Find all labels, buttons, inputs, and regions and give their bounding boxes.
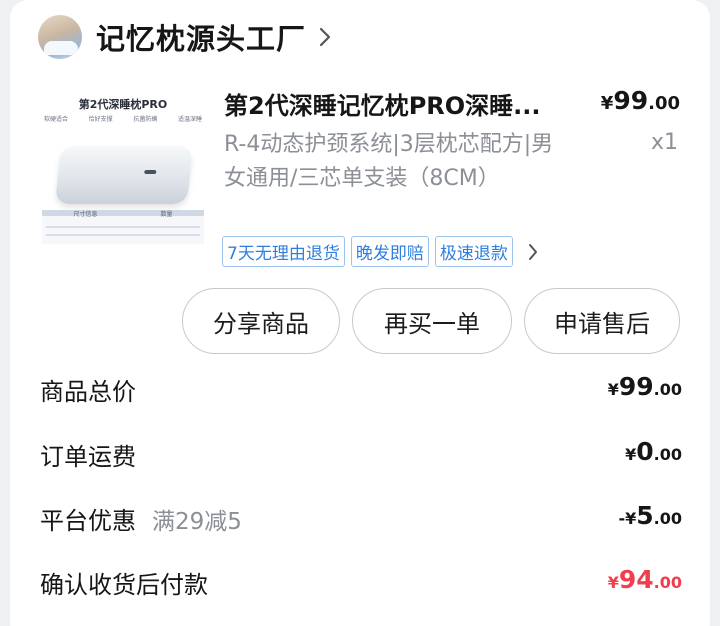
service-tag[interactable]: 7天无理由退货 (222, 236, 345, 267)
after-sale-button[interactable]: 申请售后 (524, 288, 680, 354)
discount-label: 平台优惠 (40, 507, 136, 535)
product-image-table-header: 尺寸信息 (73, 211, 98, 218)
product-image-title: 第2代深睡枕PRO (78, 98, 168, 111)
share-product-button[interactable]: 分享商品 (182, 288, 340, 354)
price-integer: 99 (613, 86, 649, 115)
product-title[interactable]: 第2代深睡记忆枕PRO深睡... (224, 86, 541, 121)
store-header[interactable]: 记忆枕源头工厂 (38, 14, 332, 60)
rebuy-button[interactable]: 再买一单 (352, 288, 512, 354)
pay-label: 确认收货后付款 (40, 571, 208, 599)
discount-note: 满29减5 (152, 509, 242, 535)
discount-amount: -¥5.00 (618, 501, 682, 530)
store-avatar[interactable] (38, 15, 82, 59)
currency-symbol: ¥ (607, 380, 619, 399)
amount-integer: 99 (618, 372, 654, 401)
total-amount: ¥99.00 (608, 372, 682, 401)
amount-decimal: .00 (653, 573, 682, 592)
price-decimal: .00 (648, 93, 680, 114)
product-quantity: x1 (650, 130, 678, 155)
amount-integer: 94 (618, 565, 654, 594)
discount-row: 平台优惠 满29减5 (40, 501, 242, 536)
store-name[interactable]: 记忆枕源头工厂 (96, 16, 306, 58)
service-tag[interactable]: 晚发即赔 (350, 236, 429, 267)
currency-symbol: -¥ (618, 509, 637, 528)
amount-decimal: .00 (653, 509, 682, 528)
product-image-table-header: 数量 (160, 211, 173, 218)
product-image-feature: 软硬适合 (44, 116, 69, 123)
product-image-feature: 适温深睡 (177, 116, 202, 123)
pay-amount: ¥94.00 (608, 565, 682, 594)
currency-symbol: ¥ (625, 445, 637, 464)
chevron-right-icon[interactable] (318, 26, 332, 48)
amount-integer: 0 (636, 437, 654, 466)
product-image-feature: 恰好支撑 (88, 116, 113, 123)
shipping-amount: ¥0.00 (625, 437, 682, 466)
product-spec[interactable]: R-4动态护颈系统|3层枕芯配方|男女通用/三芯单支装（8CM） (224, 128, 554, 196)
currency-symbol: ¥ (607, 573, 619, 592)
product-image-features: 软硬适合 恰好支撑 抗菌防螨 适温深睡 (44, 114, 202, 123)
pillow-illustration (54, 146, 194, 204)
amount-integer: 5 (636, 501, 654, 530)
total-label: 商品总价 (40, 378, 136, 406)
chevron-right-icon[interactable] (527, 242, 539, 262)
product-image-table: 尺寸信息 数量 (42, 210, 204, 244)
product-image[interactable]: 第2代深睡枕PRO 软硬适合 恰好支撑 抗菌防螨 适温深睡 尺寸信息 数量 (40, 84, 206, 250)
product-image-feature: 抗菌防螨 (133, 116, 158, 123)
amount-decimal: .00 (653, 445, 682, 464)
product-price: ¥99.00 (601, 86, 680, 115)
shipping-label: 订单运费 (40, 443, 136, 471)
currency-symbol: ¥ (600, 93, 614, 114)
service-tag[interactable]: 极速退款 (434, 236, 513, 267)
amount-decimal: .00 (653, 380, 682, 399)
order-actions: 分享商品 再买一单 申请售后 (182, 288, 680, 354)
service-tags[interactable]: 7天无理由退货 晚发即赔 极速退款 (222, 236, 539, 267)
